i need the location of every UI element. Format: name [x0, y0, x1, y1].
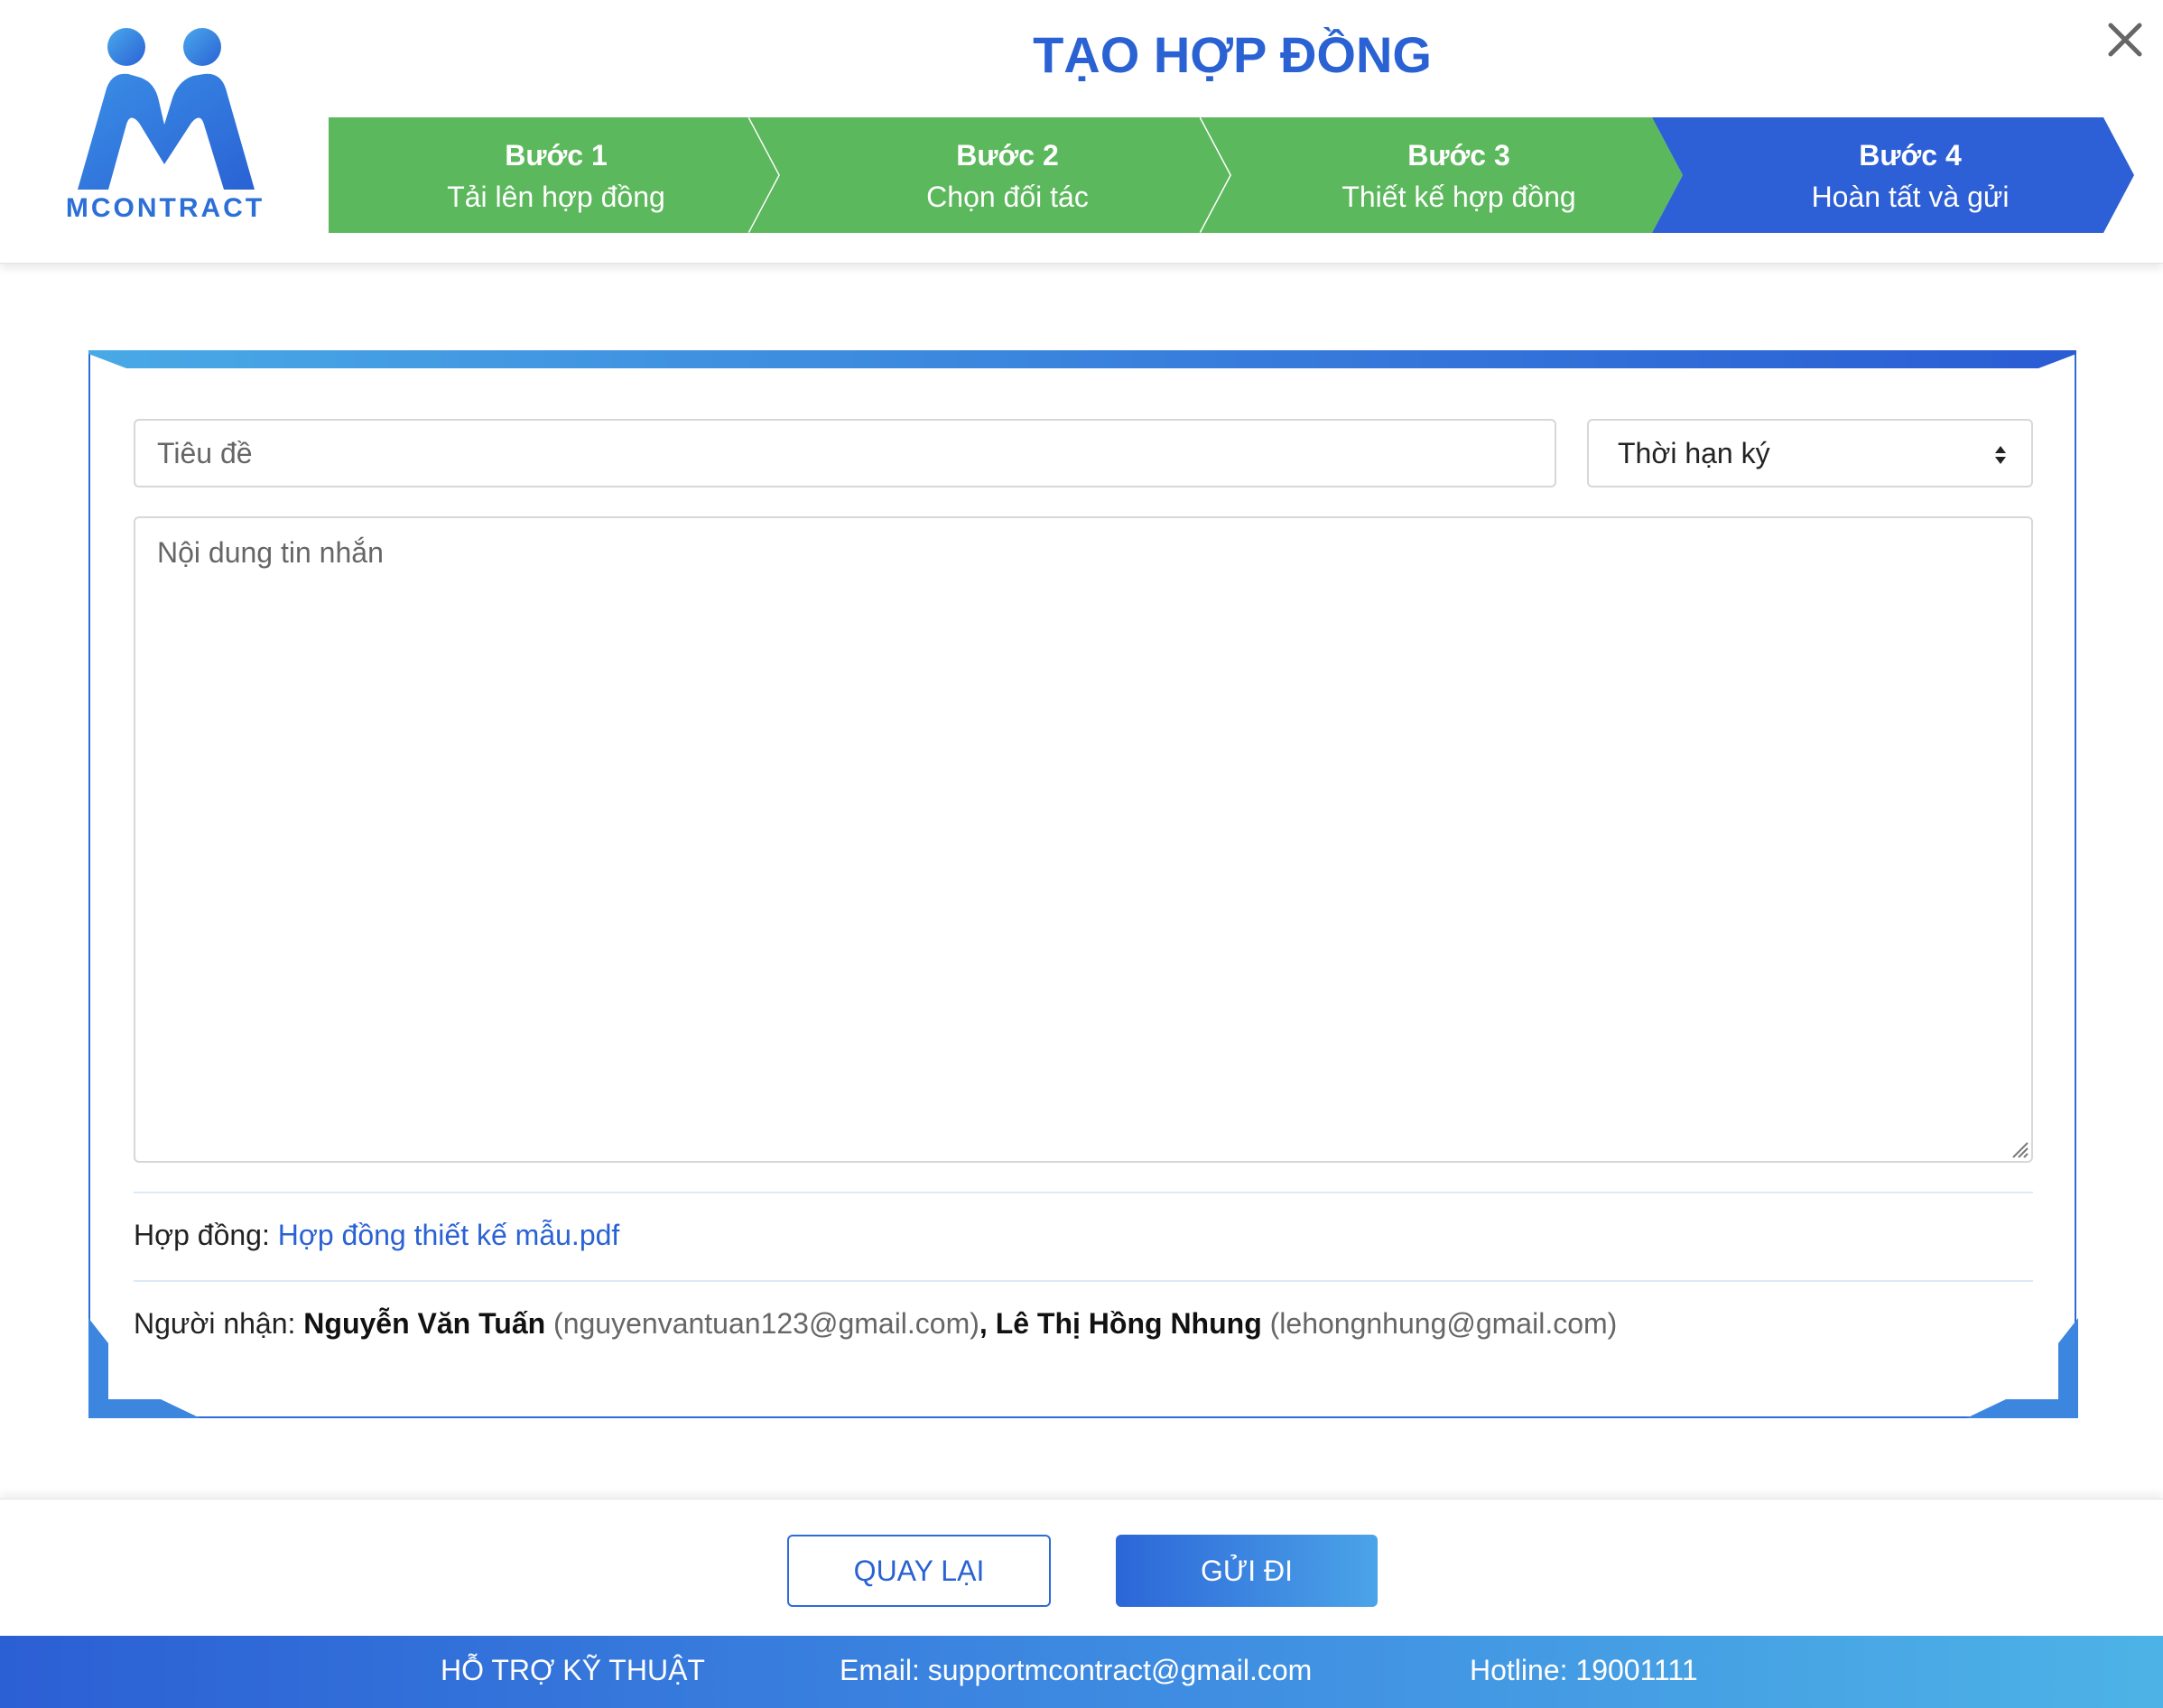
recipient-name: Lê Thị Hồng Nhung — [995, 1307, 1262, 1340]
card-corner-bottom-right — [1966, 1318, 2078, 1418]
support-email[interactable]: Email: supportmcontract@gmail.com — [840, 1654, 1312, 1687]
close-icon — [2108, 23, 2142, 57]
step-1[interactable]: Bước 1 Tải lên hợp đồng — [329, 117, 784, 233]
resize-grip-icon[interactable] — [2008, 1137, 2029, 1159]
contract-label: Hợp đồng: — [134, 1219, 278, 1251]
recipients-row: Người nhận: Nguyễn Văn Tuấn (nguyenvantu… — [134, 1307, 1617, 1341]
contract-row: Hợp đồng: Hợp đồng thiết kế mẫu.pdf — [134, 1219, 619, 1252]
step-3-label: Thiết kế hợp đồng — [1341, 181, 1576, 213]
step-1-label: Tải lên hợp đồng — [447, 181, 665, 213]
action-bar — [0, 1499, 2163, 1636]
select-arrows-icon — [1995, 446, 2006, 464]
recipient-separator: , — [979, 1307, 996, 1340]
page-title: TẠO HỢP ĐỒNG — [1033, 26, 1432, 83]
card-top-border — [88, 350, 2076, 368]
deadline-select-value: Thời hạn ký — [1618, 437, 1770, 469]
contract-file-link[interactable]: Hợp đồng thiết kế mẫu.pdf — [278, 1219, 620, 1251]
recipient-name: Nguyễn Văn Tuấn — [303, 1307, 546, 1340]
step-4-number: Bước 4 — [1859, 139, 1962, 172]
step-3-number: Bước 3 — [1407, 139, 1510, 172]
step-1-number: Bước 1 — [505, 139, 608, 172]
divider — [134, 1280, 2033, 1282]
back-button[interactable]: QUAY LẠI — [787, 1535, 1051, 1607]
title-input[interactable] — [134, 419, 1556, 487]
step-4-label: Hoàn tất và gửi — [1811, 181, 2010, 213]
logo-text: MCONTRACT — [65, 193, 265, 223]
divider — [134, 1192, 2033, 1193]
close-button[interactable] — [2098, 13, 2152, 67]
step-2-label: Chọn đối tác — [926, 181, 1089, 213]
recipient-email: (nguyenvantuan123@gmail.com) — [553, 1307, 979, 1340]
step-4[interactable]: Bước 4 Hoàn tất và gửi — [1652, 117, 2138, 233]
step-3[interactable]: Bước 3 Thiết kế hợp đồng — [1201, 117, 1686, 233]
step-2-number: Bước 2 — [956, 139, 1059, 172]
recipient-email: (lehongnhung@gmail.com) — [1269, 1307, 1618, 1340]
step-2[interactable]: Bước 2 Chọn đối tác — [749, 117, 1235, 233]
support-title: HỖ TRỢ KỸ THUẬT — [441, 1654, 705, 1686]
support-hotline[interactable]: Hotline: 19001111 — [1470, 1654, 1698, 1687]
message-textarea[interactable] — [134, 516, 2033, 1163]
recipients-label: Người nhận: — [134, 1307, 304, 1340]
send-button[interactable]: GỬI ĐI — [1116, 1535, 1378, 1607]
send-contract-card: Thời hạn ký Hợp đồng: Hợp đồng thiết kế … — [88, 350, 2078, 1418]
deadline-select[interactable]: Thời hạn ký — [1587, 419, 2033, 487]
header: MCONTRACT TẠO HỢP ĐỒNG Bước 1 Tải lên hợ… — [0, 0, 2163, 264]
step-progress: Bước 1 Tải lên hợp đồng Bước 2 Chọn đối … — [329, 117, 2138, 233]
support-bar: HỖ TRỢ KỸ THUẬT Email: supportmcontract@… — [0, 1636, 2163, 1708]
